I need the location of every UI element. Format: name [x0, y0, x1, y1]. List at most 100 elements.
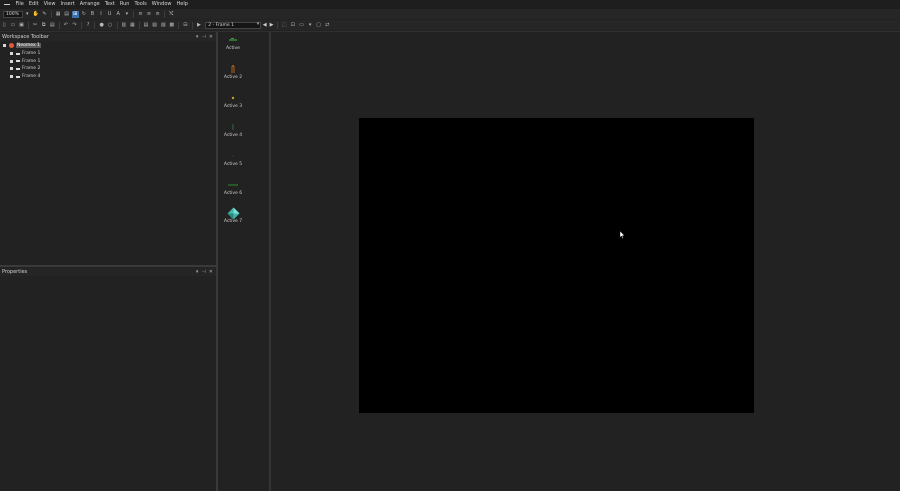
menu-tools[interactable]: Tools — [132, 0, 149, 9]
object-item[interactable]: Active 7 — [218, 207, 248, 225]
layer-tool-icon[interactable]: ▢ — [315, 22, 322, 29]
bold-icon[interactable]: B — [89, 11, 96, 18]
zoom-dropdown-icon[interactable]: ▾ — [24, 11, 31, 18]
tree-frame-label[interactable]: Frame 1 — [22, 59, 40, 64]
new-file-icon[interactable]: ▯ — [1, 22, 8, 29]
frame-editor-icon[interactable]: ▤ — [143, 22, 150, 29]
panel-close-icon[interactable]: ✕ — [209, 268, 213, 276]
mouse-cursor-icon — [620, 231, 625, 239]
panel-pin-icon[interactable]: ⊣ — [201, 268, 205, 276]
menu-run[interactable]: Run — [117, 0, 132, 9]
active-sprite-icon — [231, 64, 235, 73]
layers-icon[interactable]: ▨ — [160, 22, 167, 29]
zoom-tool-icon[interactable]: ⊡ — [289, 22, 296, 29]
expand-icon[interactable] — [10, 52, 13, 56]
object-label: Active 5 — [223, 162, 243, 167]
save-icon[interactable]: ▣ — [18, 22, 25, 29]
text-color-icon[interactable]: A — [115, 11, 122, 18]
tree-frame-row[interactable]: Frame 4 — [0, 73, 216, 81]
frame-editor-canvas[interactable] — [271, 32, 900, 491]
event-list-icon[interactable]: ▧ — [151, 22, 158, 29]
italic-icon[interactable]: I — [98, 11, 105, 18]
align-left-icon[interactable]: ≡ — [137, 11, 144, 18]
object-item[interactable]: Active 2 — [218, 63, 248, 81]
toolbar-separator — [133, 10, 135, 18]
copy-icon[interactable]: ⧉ — [40, 22, 47, 29]
storyboard-icon[interactable]: ▦ — [129, 22, 136, 29]
zoom-select[interactable]: 100% — [3, 10, 23, 18]
tree-frame-row[interactable]: Frame 1 — [0, 57, 216, 65]
tree-frame-row[interactable]: Frame 2 — [0, 65, 216, 73]
rotate-icon[interactable]: ↻ — [80, 11, 87, 18]
object-item[interactable]: Active 3 — [218, 92, 248, 110]
swap-tool-icon[interactable]: ⇄ — [324, 22, 331, 29]
expand-icon[interactable] — [10, 67, 13, 71]
tree-frame-row[interactable]: Frame 1 — [0, 50, 216, 58]
snap-icon[interactable]: ⊞ — [71, 10, 79, 18]
shape-tool-icon[interactable]: ▭ — [298, 22, 305, 29]
shuffle-icon[interactable]: ⤭ — [168, 11, 175, 18]
next-frame-icon[interactable]: ▶ — [270, 22, 274, 28]
toolbar-separator — [178, 21, 180, 29]
shape-dropdown-icon[interactable]: ▾ — [307, 22, 314, 29]
prev-frame-icon[interactable]: ◀ — [263, 22, 267, 28]
table-grid-icon[interactable]: ▤ — [63, 11, 70, 18]
menu-arrange[interactable]: Arrange — [77, 0, 102, 9]
frame-select[interactable]: 2 - Frame 1 — [205, 21, 262, 29]
object-label: Active 2 — [223, 75, 243, 80]
run-icon[interactable]: ● — [98, 22, 105, 29]
grid-toggle-icon[interactable]: ⊟ — [182, 22, 189, 29]
object-label: Active 3 — [223, 104, 243, 109]
menu-text[interactable]: Text — [102, 0, 117, 9]
expand-icon[interactable] — [10, 75, 13, 79]
tree-root-label[interactable]: Neomex 1 — [16, 43, 41, 49]
tree-frame-label[interactable]: Frame 4 — [22, 74, 40, 79]
app-menu-icon[interactable] — [4, 2, 10, 7]
object-item[interactable]: Active 5 — [218, 150, 248, 168]
panel-pin-icon[interactable]: ⊣ — [201, 33, 205, 41]
hand-tool-icon[interactable]: ✋ — [32, 11, 39, 18]
active-sprite-icon — [229, 38, 237, 41]
menu-file[interactable]: File — [13, 0, 26, 9]
event-editor-icon[interactable]: ▥ — [120, 22, 127, 29]
editor-toolbar: 100% ▾ ✋ ✎ ▦ ▤ ⊞ ↻ B I U A ▾ ≡ ≡ ≡ ⤭ — [0, 9, 900, 19]
panel-menu-icon[interactable]: ▾ — [196, 268, 199, 276]
paste-icon[interactable]: ▤ — [49, 22, 56, 29]
object-item[interactable]: Active — [218, 34, 248, 52]
panel-close-icon[interactable]: ✕ — [209, 33, 213, 41]
workspace-panel-header: Workspace Toolbar ▾ ⊣ ✕ — [0, 33, 216, 41]
text-color-dropdown-icon[interactable]: ▾ — [123, 11, 130, 18]
redo-icon[interactable]: ↷ — [71, 22, 78, 29]
data-elements-icon[interactable]: ▩ — [168, 22, 175, 29]
expand-icon[interactable] — [10, 59, 13, 63]
grid-icon[interactable]: ▦ — [55, 11, 62, 18]
menu-edit[interactable]: Edit — [26, 0, 41, 9]
panel-menu-icon[interactable]: ▾ — [196, 33, 199, 41]
help-icon[interactable]: ? — [85, 22, 92, 29]
properties-panel-title: Properties — [2, 269, 28, 275]
panel-splitter[interactable] — [0, 265, 216, 267]
object-item[interactable]: Active 6 — [218, 179, 248, 197]
toolbar-separator — [27, 21, 29, 29]
tree-root-row[interactable]: Neomex 1 — [0, 42, 216, 50]
tree-frame-label[interactable]: Frame 1 — [22, 51, 40, 56]
undo-icon[interactable]: ↶ — [62, 22, 69, 29]
menu-window[interactable]: Window — [149, 0, 174, 9]
menu-insert[interactable]: Insert — [58, 0, 77, 9]
underline-icon[interactable]: U — [106, 11, 113, 18]
cut-icon[interactable]: ✂ — [32, 22, 39, 29]
align-center-icon[interactable]: ≡ — [146, 11, 153, 18]
play-frame-icon[interactable]: ▶ — [195, 22, 202, 29]
align-right-icon[interactable]: ≡ — [154, 11, 161, 18]
toolbar-separator — [80, 21, 82, 29]
menu-view[interactable]: View — [41, 0, 58, 9]
pen-tool-icon[interactable]: ✎ — [41, 11, 48, 18]
open-folder-icon[interactable]: ▭ — [9, 22, 16, 29]
menu-help[interactable]: Help — [174, 0, 190, 9]
tree-frame-label[interactable]: Frame 2 — [22, 66, 40, 71]
collapse-icon[interactable] — [3, 44, 6, 48]
object-item[interactable]: Active 4 — [218, 121, 248, 139]
select-tool-icon[interactable]: ⬚ — [281, 22, 288, 29]
stop-icon[interactable]: ○ — [107, 22, 114, 29]
frame-area[interactable] — [359, 118, 754, 413]
